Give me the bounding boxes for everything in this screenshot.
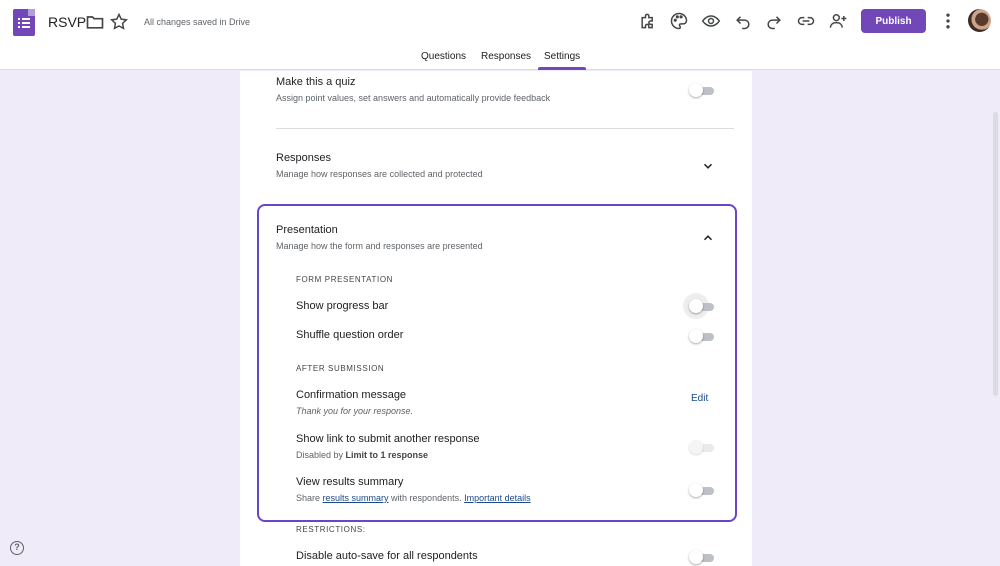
star-icon[interactable]: [105, 8, 133, 36]
show-link-another-label: Show link to submit another response: [296, 433, 480, 445]
tab-questions[interactable]: Questions: [421, 51, 466, 62]
redo-icon[interactable]: [760, 7, 788, 35]
results-summary-link[interactable]: results summary: [323, 493, 389, 503]
tab-settings[interactable]: Settings: [544, 51, 580, 62]
presentation-section-title[interactable]: Presentation: [276, 224, 338, 236]
tab-bar: Questions Responses Settings: [0, 44, 1000, 70]
quiz-description: Assign point values, set answers and aut…: [276, 93, 551, 103]
preview-eye-icon[interactable]: [697, 7, 725, 35]
divider: [276, 128, 734, 129]
save-status: All changes saved in Drive: [144, 17, 251, 27]
active-tab-indicator: [538, 67, 586, 70]
show-link-another-description: Disabled by Limit to 1 response: [296, 450, 429, 460]
app-header: RSVP All changes saved in Drive Publish …: [0, 0, 1000, 70]
confirmation-edit-link[interactable]: Edit: [691, 393, 708, 404]
important-details-link[interactable]: Important details: [464, 493, 531, 503]
show-link-another-toggle[interactable]: [689, 440, 717, 454]
confirmation-message-label: Confirmation message: [296, 389, 407, 401]
palette-icon[interactable]: [665, 7, 693, 35]
presentation-section: [257, 204, 737, 522]
quiz-toggle[interactable]: [689, 83, 717, 97]
more-vert-icon[interactable]: [934, 7, 962, 35]
after-submission-label: AFTER SUBMISSION: [296, 364, 385, 373]
addons-puzzle-icon[interactable]: [634, 7, 662, 35]
view-results-summary-description: Share results summary with respondents. …: [296, 493, 531, 503]
disable-autosave-label: Disable auto-save for all respondents: [296, 550, 478, 562]
chevron-up-icon[interactable]: [701, 231, 715, 245]
presentation-section-description: Manage how the form and responses are pr…: [276, 241, 483, 251]
undo-icon[interactable]: [729, 7, 757, 35]
restrictions-label: RESTRICTIONS:: [296, 525, 366, 534]
quiz-title: Make this a quiz: [276, 76, 356, 88]
form-presentation-label: FORM PRESENTATION: [296, 275, 394, 284]
shuffle-question-order-toggle[interactable]: [689, 329, 717, 343]
chevron-down-icon[interactable]: [701, 159, 715, 173]
add-collaborator-icon[interactable]: [824, 7, 852, 35]
user-avatar[interactable]: [968, 9, 991, 32]
tab-responses[interactable]: Responses: [481, 51, 531, 62]
page-scrollbar[interactable]: [993, 112, 998, 396]
show-progress-bar-toggle[interactable]: [683, 293, 717, 319]
shuffle-question-order-label: Shuffle question order: [296, 329, 404, 341]
top-bar: RSVP All changes saved in Drive Publish: [0, 0, 1000, 44]
disable-autosave-toggle[interactable]: [689, 550, 717, 564]
show-progress-bar-label: Show progress bar: [296, 300, 389, 312]
responses-section-description: Manage how responses are collected and p…: [276, 169, 483, 179]
view-results-summary-label: View results summary: [296, 476, 404, 488]
help-icon[interactable]: ?: [10, 541, 24, 555]
link-icon[interactable]: [792, 7, 820, 35]
responses-section-title[interactable]: Responses: [276, 152, 331, 164]
publish-button[interactable]: Publish: [861, 9, 926, 33]
settings-panel: Make this a quiz Assign point values, se…: [240, 71, 752, 566]
forms-logo-icon[interactable]: [13, 9, 35, 36]
view-results-summary-toggle[interactable]: [689, 483, 717, 497]
confirmation-message-value: Thank you for your response.: [296, 406, 414, 416]
